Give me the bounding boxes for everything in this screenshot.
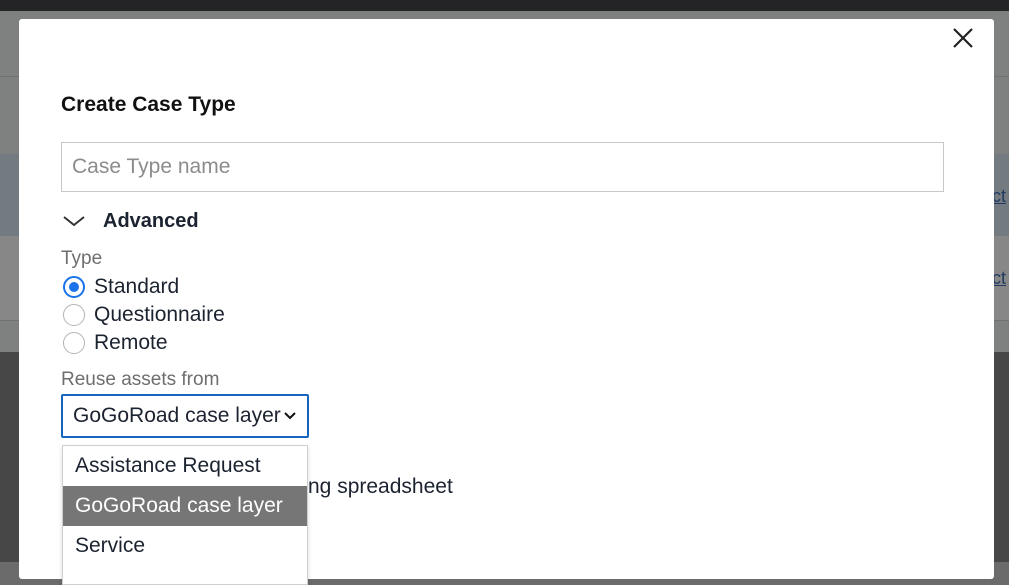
radio-label: Standard [94, 275, 180, 298]
radio-button[interactable] [63, 332, 85, 354]
close-button[interactable] [950, 25, 976, 51]
type-option-standard[interactable]: Standard [63, 274, 179, 300]
create-case-type-modal: Create Case Type Advanced Type Standard … [19, 19, 994, 585]
partially-hidden-option-text: ng spreadsheet [308, 475, 453, 498]
advanced-toggle[interactable]: Advanced [61, 208, 199, 234]
reuse-assets-label: Reuse assets from [61, 369, 220, 390]
radio-button[interactable] [63, 304, 85, 326]
case-type-name-input[interactable] [61, 142, 944, 192]
dropdown-option[interactable]: Service [63, 526, 307, 566]
dropdown-option[interactable]: Assistance Request [63, 446, 307, 486]
close-icon [953, 28, 973, 48]
reuse-assets-dropdown: Assistance Request GoGoRoad case layer S… [62, 445, 308, 585]
dropdown-option-selected[interactable]: GoGoRoad case layer [63, 486, 307, 526]
reuse-assets-select[interactable]: GoGoRoad case layer [61, 394, 309, 438]
type-option-remote[interactable]: Remote [63, 330, 168, 356]
radio-label: Remote [94, 331, 168, 354]
type-option-questionnaire[interactable]: Questionnaire [63, 302, 225, 328]
type-label: Type [61, 248, 103, 269]
radio-label: Questionnaire [94, 303, 225, 326]
advanced-label: Advanced [103, 209, 199, 232]
chevron-down-icon [284, 412, 296, 420]
chevron-down-icon [63, 216, 85, 227]
select-value: GoGoRoad case layer [73, 404, 281, 427]
radio-button-checked[interactable] [63, 276, 85, 298]
modal-title: Create Case Type [61, 93, 236, 116]
